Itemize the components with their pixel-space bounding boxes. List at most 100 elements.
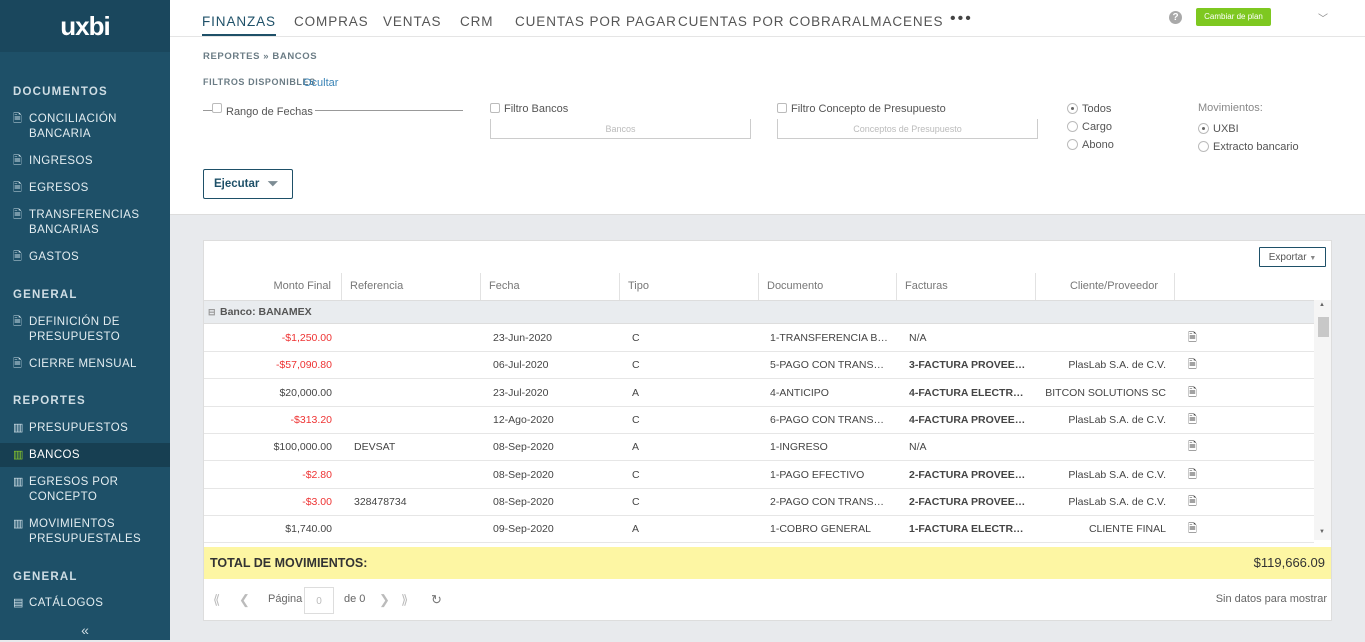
run-report-button[interactable]: Ejecutar ⏷ (203, 169, 293, 199)
export-button[interactable]: Exportar ▼ (1259, 247, 1326, 267)
tab-crm[interactable]: CRM (460, 14, 493, 29)
radio-abono[interactable]: Abono (1067, 139, 1114, 151)
total-label: TOTAL DE MOVIMIENTOS: (210, 556, 368, 570)
bar-chart-icon: ▥ (13, 422, 24, 434)
logo[interactable]: uxbi (0, 0, 170, 52)
last-page-icon[interactable]: ⟫ (401, 592, 408, 608)
budget-concepts-select[interactable]: Conceptos de Presupuesto (777, 119, 1038, 139)
table-cell: 1-TRANSFERENCIA BAN... (770, 332, 890, 344)
table-row[interactable]: $20,000.00 23-Jul-2020 A 4-ANTICIPO 4-FACTUR… (204, 380, 1314, 407)
table-cell: C (632, 495, 640, 508)
sidebar-item-ingresos[interactable]: 🗎 INGRESOS (0, 154, 170, 170)
refresh-icon[interactable]: ↻ (431, 592, 442, 608)
table-row[interactable]: -$313.20 12-Ago-2020 C 6-PAGO CON TRANSFER.… (204, 407, 1314, 434)
tab-cuentas-por-pagar[interactable]: CUENTAS POR PAGAR (515, 14, 677, 29)
table-row[interactable]: -$57,090.80 06-Jul-2020 C 5-PAGO CON TRANSF… (204, 352, 1314, 380)
sidebar-item-movimientos-presupuestales[interactable]: ▥ MOVIMIENTOS PRESUPUESTALES (0, 517, 170, 547)
radio-icon (1067, 139, 1078, 150)
group-row-banamex[interactable]: ⊟ Banco: BANAMEX (204, 300, 1314, 324)
table-cell: $20,000.00 (279, 386, 332, 399)
help-icon[interactable]: ? (1169, 11, 1182, 24)
col-referencia[interactable]: Referencia (342, 273, 481, 300)
caret-down-icon: ▼ (1309, 255, 1317, 262)
document-icon[interactable]: 🗎 (1188, 380, 1197, 407)
hide-filters-link[interactable]: Ocultar (303, 77, 338, 89)
table-cell: PlasLab S.A. de C.V. (1068, 468, 1166, 481)
sidebar-item-conciliacion[interactable]: 🗎 CONCILIACIÓN BANCARIA (0, 112, 170, 142)
sidebar-item-cierre-mensual[interactable]: 🗎 CIERRE MENSUAL (0, 357, 170, 373)
col-monto-final[interactable]: Monto Final (204, 273, 342, 300)
document-icon[interactable]: 🗎 (1188, 407, 1197, 434)
document-icon: 🗎 (13, 113, 23, 125)
table-cell: $1,740.00 (285, 523, 332, 536)
banks-filter-checkbox[interactable]: Filtro Bancos (490, 103, 568, 115)
table-cell: 2-FACTURA PROVEEDOR (909, 495, 1029, 508)
vertical-scrollbar[interactable]: ▲ ▼ (1314, 300, 1331, 540)
first-page-icon[interactable]: ⟪ (213, 592, 220, 608)
no-data-message: Sin datos para mostrar (1215, 593, 1327, 605)
document-icon[interactable]: 🗎 (1188, 434, 1197, 461)
table-row[interactable]: -$1,250.00 23-Jun-2020 C 1-TRANSFERENCIA BA… (204, 325, 1314, 352)
col-cliente-proveedor[interactable]: Cliente/Proveedor (1036, 273, 1175, 300)
tab-ventas[interactable]: VENTAS (383, 14, 441, 29)
table-cell: 328478734 (354, 495, 407, 508)
breadcrumb: REPORTES » BANCOS (203, 51, 318, 62)
tab-finanzas[interactable]: FINANZAS (202, 14, 276, 36)
col-facturas[interactable]: Facturas (897, 273, 1036, 300)
sidebar-item-gastos[interactable]: 🗎 GASTOS (0, 250, 170, 266)
prev-page-icon[interactable]: ❮ (239, 592, 250, 608)
sidebar-item-transferencias[interactable]: 🗎 TRANSFERENCIAS BANCARIAS (0, 208, 170, 238)
document-icon[interactable]: 🗎 (1188, 516, 1197, 543)
sidebar-item-egresos-concepto[interactable]: ▥ EGRESOS POR CONCEPTO (0, 475, 170, 505)
next-page-icon[interactable]: ❯ (379, 592, 390, 608)
table-cell: -$2.80 (302, 468, 332, 481)
sidebar-item-definicion-presupuesto[interactable]: 🗎 DEFINICIÓN DE PRESUPUESTO (0, 315, 170, 345)
tab-cuentas-por-cobrar[interactable]: CUENTAS POR COBRAR (678, 14, 852, 29)
table-cell: 23-Jun-2020 (493, 332, 552, 344)
banks-select[interactable]: Bancos (490, 119, 751, 139)
table-cell: 09-Sep-2020 (493, 523, 554, 536)
table-cell: C (632, 468, 640, 481)
table-cell: N/A (909, 441, 927, 454)
table-row[interactable]: -$2.80 08-Sep-2020 C 1-PAGO EFECTIVO 2-FACTU… (204, 462, 1314, 489)
chevron-down-icon[interactable]: ﹀ (1318, 10, 1328, 25)
collapse-group-icon[interactable]: ⊟ (208, 301, 216, 323)
sidebar-item-egresos[interactable]: 🗎 EGRESOS (0, 181, 170, 197)
results-grid: Exportar ▼ Monto Final Referencia Fecha … (203, 240, 1332, 621)
col-tipo[interactable]: Tipo (620, 273, 759, 300)
of-pages-label: de 0 (344, 593, 366, 605)
sidebar-item-catalogos[interactable]: ▤ CATÁLOGOS (0, 596, 170, 612)
radio-icon (1198, 123, 1209, 134)
table-row[interactable]: $100,000.00 DEVSAT 08-Sep-2020 A 1-INGRESO N/… (204, 434, 1314, 462)
col-fecha[interactable]: Fecha (481, 273, 620, 300)
document-icon[interactable]: 🗎 (1188, 325, 1197, 352)
total-value: $119,666.09 (1253, 555, 1325, 570)
radio-todos[interactable]: Todos (1067, 103, 1111, 115)
scroll-up-icon[interactable]: ▲ (1319, 302, 1325, 308)
checkbox-icon (490, 103, 500, 113)
document-icon: 🗎 (13, 316, 23, 328)
date-range-checkbox[interactable]: Rango de Fechas (212, 103, 315, 118)
sidebar-item-presupuestos[interactable]: ▥ PRESUPUESTOS (0, 421, 170, 437)
radio-cargo[interactable]: Cargo (1067, 121, 1112, 133)
col-documento[interactable]: Documento (759, 273, 897, 300)
document-icon[interactable]: 🗎 (1188, 352, 1197, 379)
scroll-down-icon[interactable]: ▼ (1319, 529, 1325, 535)
radio-uxbi[interactable]: UXBI (1198, 123, 1239, 135)
scrollbar-thumb[interactable] (1318, 317, 1329, 337)
tab-almacenes[interactable]: ALMACENES (852, 14, 943, 29)
tab-compras[interactable]: COMPRAS (294, 14, 369, 29)
table-row[interactable]: -$3.00 328478734 08-Sep-2020 C 2-PAGO CON TR… (204, 489, 1314, 516)
more-tabs-button[interactable]: ••• (950, 10, 973, 28)
document-icon[interactable]: 🗎 (1188, 462, 1197, 489)
document-icon[interactable]: 🗎 (1188, 489, 1197, 516)
budget-filter-checkbox[interactable]: Filtro Concepto de Presupuesto (777, 103, 946, 115)
sidebar-item-bancos[interactable]: ▥ BANCOS (0, 443, 170, 467)
table-cell: A (632, 441, 640, 454)
page-number-input[interactable]: 0 (304, 587, 334, 614)
collapse-sidebar-button[interactable]: « (0, 618, 170, 640)
table-row[interactable]: $1,740.00 09-Sep-2020 A 1-COBRO GENERAL 1-FA… (204, 516, 1314, 544)
change-plan-button[interactable]: Cambiar de plan (1196, 8, 1271, 26)
radio-extracto-bancario[interactable]: Extracto bancario (1198, 141, 1299, 153)
top-navigation: FINANZAS COMPRAS VENTAS CRM CUENTAS POR … (170, 0, 1365, 37)
